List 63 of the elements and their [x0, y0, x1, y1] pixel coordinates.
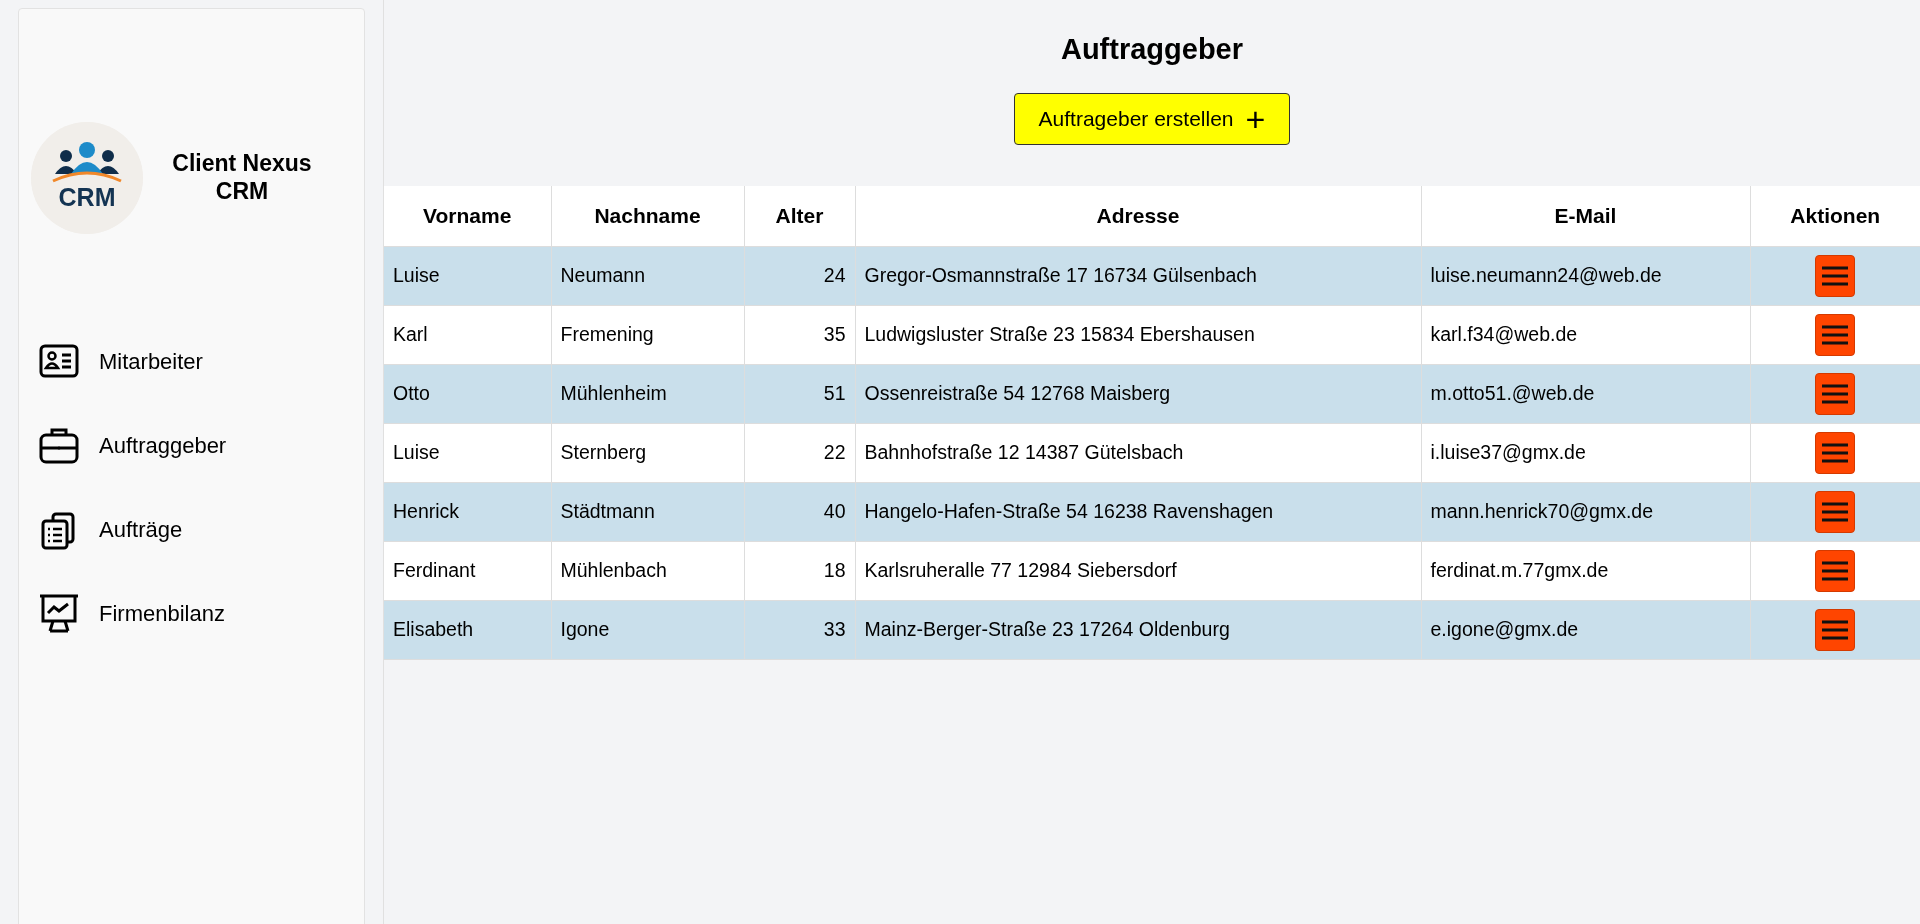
table-cell: 51 — [744, 364, 855, 424]
table-cell: 35 — [744, 305, 855, 365]
menu-button[interactable] — [1815, 491, 1856, 533]
table-cell: Luise — [384, 423, 551, 483]
menu-button[interactable] — [1815, 255, 1856, 297]
menu-button[interactable] — [1815, 432, 1856, 474]
table-cell: Ludwigsluster Straße 23 15834 Ebershausen — [855, 305, 1421, 365]
menu-icon — [1822, 266, 1849, 286]
table-cell: 18 — [744, 541, 855, 601]
menu-icon — [1822, 502, 1849, 522]
column-header: E-Mail — [1421, 185, 1750, 247]
table-cell: Ossenreistraße 54 12768 Maisberg — [855, 364, 1421, 424]
table-cell: Luise — [384, 246, 551, 306]
table-cell: Gregor-Osmannstraße 17 16734 Gülsenbach — [855, 246, 1421, 306]
table-cell: 40 — [744, 482, 855, 542]
table-cell: Städtmann — [551, 482, 744, 542]
table-cell: Mainz-Berger-Straße 23 17264 Oldenburg — [855, 600, 1421, 660]
sidebar-item[interactable]: Mitarbeiter — [35, 340, 364, 382]
table-cell: Karlsruheralle 77 12984 Siebersdorf — [855, 541, 1421, 601]
table-cell: Sternberg — [551, 423, 744, 483]
table-cell: ferdinat.m.77gmx.de — [1421, 541, 1750, 601]
table-cell: 33 — [744, 600, 855, 660]
menu-icon — [1822, 620, 1849, 640]
menu-button[interactable] — [1815, 550, 1856, 592]
table-cell: Henrick — [384, 482, 551, 542]
table-cell: Otto — [384, 364, 551, 424]
sidebar-item[interactable]: Aufträge — [35, 508, 364, 550]
column-header: Alter — [744, 185, 855, 247]
table-cell: Bahnhofstraße 12 14387 Gütelsbach — [855, 423, 1421, 483]
menu-icon — [1822, 384, 1849, 404]
menu-icon — [1822, 561, 1849, 581]
column-header: Aktionen — [1750, 185, 1920, 247]
table-cell: i.luise37@gmx.de — [1421, 423, 1750, 483]
table-cell: Hangelo-Hafen-Straße 54 16238 Ravenshagen — [855, 482, 1421, 542]
sidebar-item[interactable]: Firmenbilanz — [35, 592, 364, 634]
table-cell: e.igone@gmx.de — [1421, 600, 1750, 660]
sidebar-item[interactable]: Auftraggeber — [35, 424, 364, 466]
menu-icon — [1822, 325, 1849, 345]
menu-icon — [1822, 443, 1849, 463]
page-title: Auftraggeber — [1060, 32, 1244, 67]
table-cell: Neumann — [551, 246, 744, 306]
table-cell: Elisabeth — [384, 600, 551, 660]
table-cell: mann.henrick70@gmx.de — [1421, 482, 1750, 542]
plus-icon: + — [1245, 101, 1266, 136]
table-cell: Mühlenbach — [551, 541, 744, 601]
column-header: Adresse — [855, 185, 1421, 247]
table-cell: 24 — [744, 246, 855, 306]
table-cell: Fremening — [551, 305, 744, 365]
table-cell: karl.f34@web.de — [1421, 305, 1750, 365]
column-header: Nachname — [551, 185, 744, 247]
table-cell: luise.neumann24@web.de — [1421, 246, 1750, 306]
brand-name: Client Nexus CRM — [171, 150, 313, 206]
menu-button[interactable] — [1815, 314, 1856, 356]
table-cell: Mühlenheim — [551, 364, 744, 424]
create-client-button[interactable]: Auftrageber erstellen + — [1013, 92, 1291, 145]
column-header: Vorname — [384, 185, 551, 247]
menu-button[interactable] — [1815, 609, 1856, 651]
table-cell: Ferdinant — [384, 541, 551, 601]
table-cell: m.otto51.@web.de — [1421, 364, 1750, 424]
table-cell: Igone — [551, 600, 744, 660]
menu-button[interactable] — [1815, 373, 1856, 415]
table-cell: 22 — [744, 423, 855, 483]
table-cell: Karl — [384, 305, 551, 365]
